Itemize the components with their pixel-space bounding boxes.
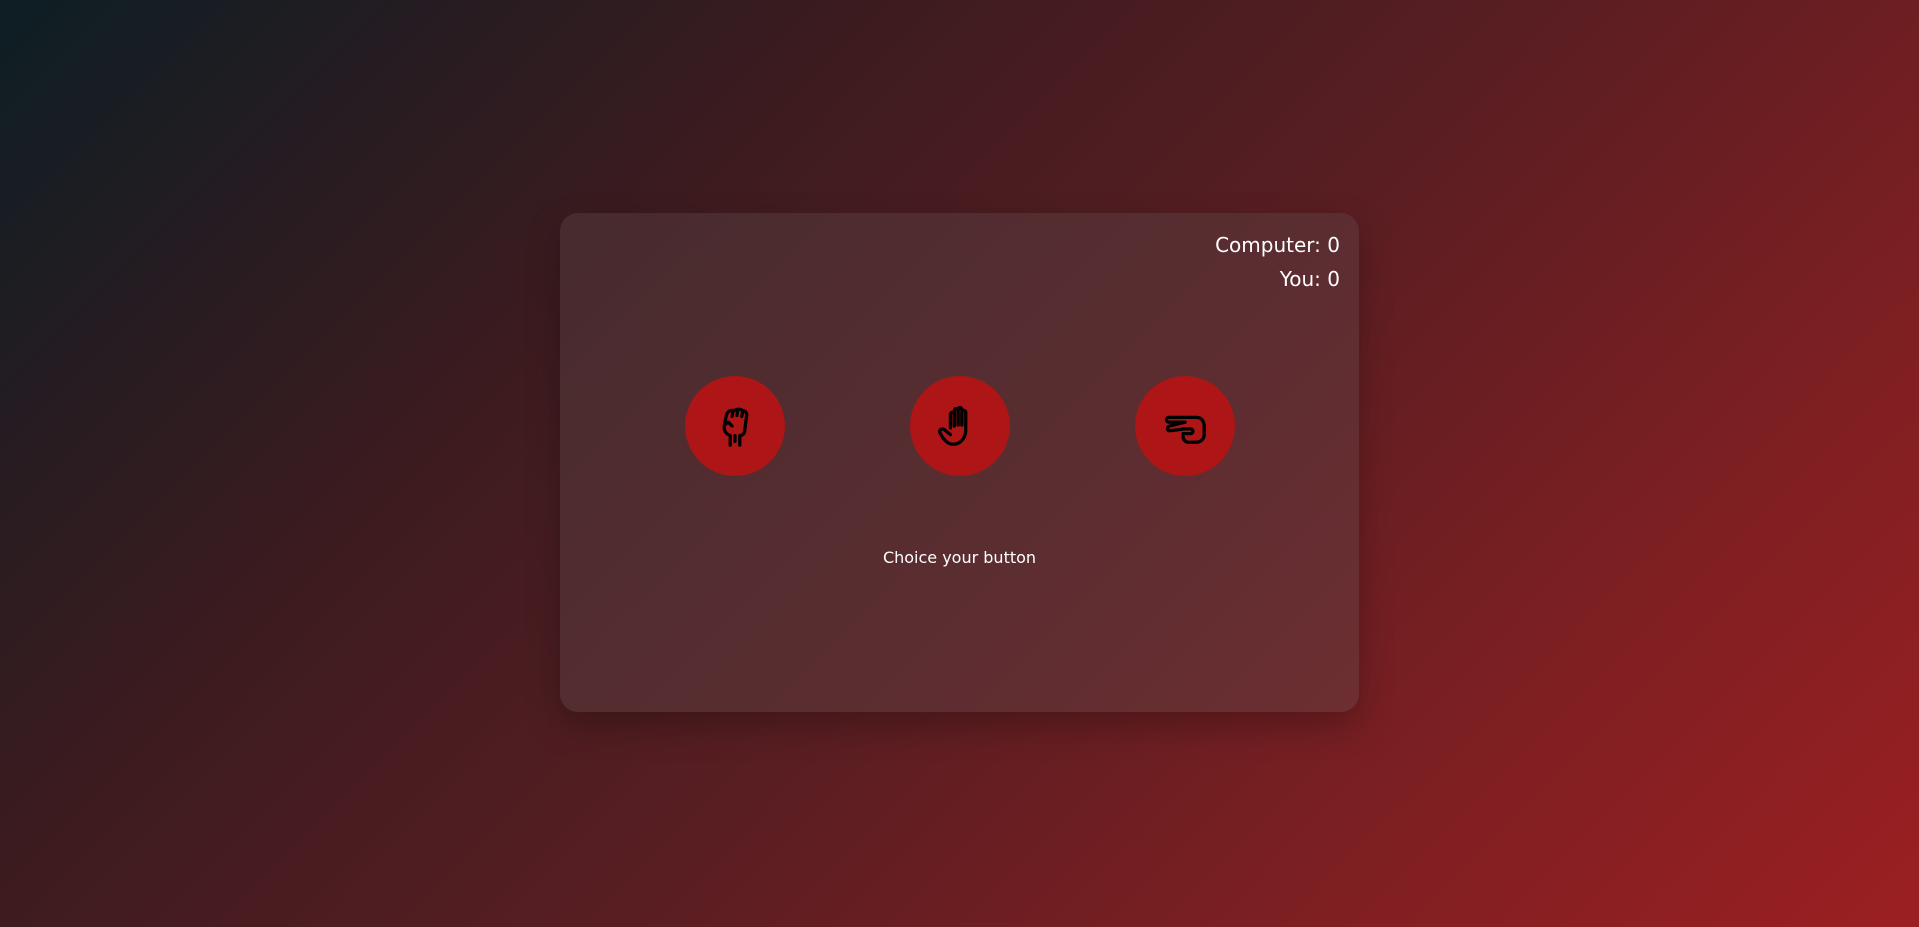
rock-button[interactable] xyxy=(685,376,785,476)
hand-rock-icon xyxy=(712,403,758,449)
game-card: Computer: 0 You: 0 Choice your button xyxy=(560,213,1359,712)
computer-score: Computer: 0 xyxy=(1215,233,1340,257)
scissors-button[interactable] xyxy=(1135,376,1235,476)
hand-scissors-icon xyxy=(1162,403,1208,449)
paper-button[interactable] xyxy=(910,376,1010,476)
hand-paper-icon xyxy=(937,403,983,449)
player-score: You: 0 xyxy=(1279,267,1340,291)
status-message: Choice your button xyxy=(882,548,1037,567)
